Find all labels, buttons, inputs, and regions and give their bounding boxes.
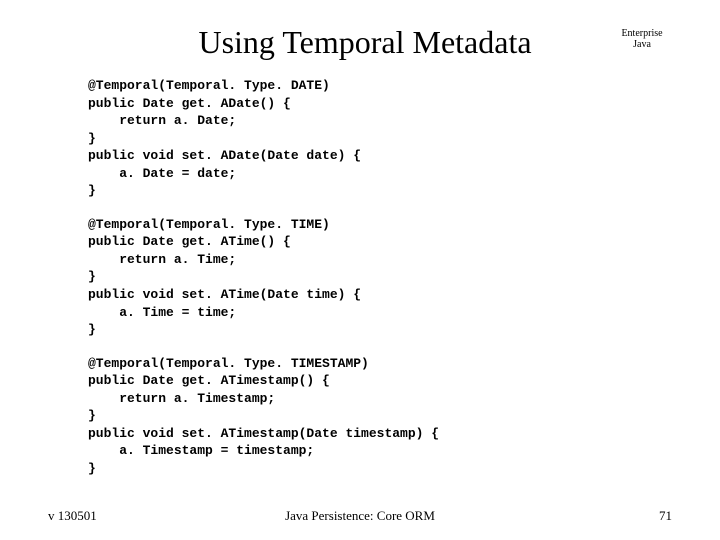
footer: v 130501 Java Persistence: Core ORM 71 (0, 508, 720, 524)
slide-title: Using Temporal Metadata (118, 24, 612, 61)
code-block-time: @Temporal(Temporal. Type. TIME) public D… (88, 216, 672, 339)
code-block-date: @Temporal(Temporal. Type. DATE) public D… (88, 77, 672, 200)
code-area: @Temporal(Temporal. Type. DATE) public D… (88, 77, 672, 477)
header-row: Using Temporal Metadata Enterprise Java (48, 24, 672, 61)
corner-label: Enterprise Java (612, 28, 672, 50)
footer-page-number: 71 (592, 508, 672, 524)
slide: Using Temporal Metadata Enterprise Java … (0, 0, 720, 540)
code-block-timestamp: @Temporal(Temporal. Type. TIMESTAMP) pub… (88, 355, 672, 478)
footer-center: Java Persistence: Core ORM (128, 508, 592, 524)
corner-line-1: Enterprise (612, 28, 672, 39)
footer-version: v 130501 (48, 508, 128, 524)
corner-line-2: Java (612, 39, 672, 50)
